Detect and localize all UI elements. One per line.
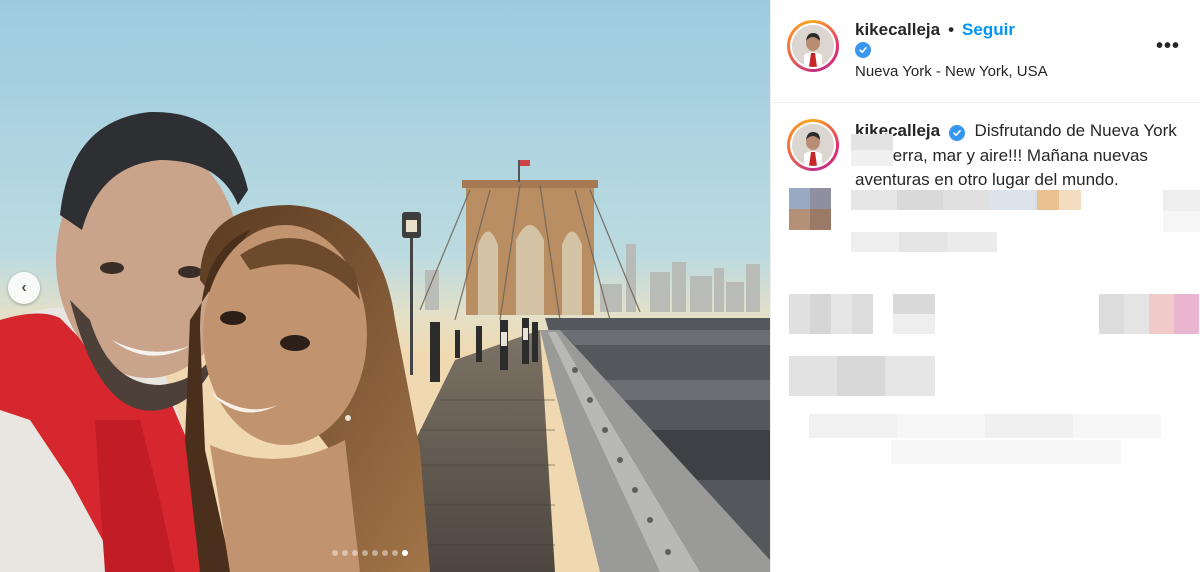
- post-side-panel: kikecalleja • Seguir Nueva York - New Yo…: [770, 0, 1200, 572]
- blurred-text: [891, 440, 1121, 464]
- post-caption: kikecalleja Disfrutando de Nueva York po…: [771, 103, 1200, 193]
- follow-button[interactable]: Seguir: [962, 20, 1015, 40]
- avatar[interactable]: [787, 20, 839, 72]
- separator-dot: •: [948, 20, 955, 39]
- location-link[interactable]: Nueva York - New York, USA: [855, 63, 1048, 80]
- blurred-text: [1037, 190, 1081, 210]
- carousel-dot: [342, 550, 348, 556]
- carousel-dot: [362, 550, 368, 556]
- blurred-icon: [1099, 294, 1199, 334]
- photo-scene: [0, 0, 770, 572]
- chevron-left-icon: ‹: [21, 279, 27, 296]
- blurred-avatar: [789, 294, 873, 334]
- carousel-dot: [392, 550, 398, 556]
- post-photo[interactable]: ‹: [0, 0, 770, 572]
- blurred-icon: [1163, 190, 1200, 232]
- blurred-text: [809, 414, 1161, 438]
- carousel-dot-active: [402, 550, 408, 556]
- blurred-text: [893, 294, 935, 314]
- carousel-dot: [382, 550, 388, 556]
- blurred-text: [851, 232, 997, 252]
- blurred-avatar: [789, 188, 831, 230]
- blurred-text: [789, 356, 935, 396]
- previous-photo-button[interactable]: ‹: [8, 272, 40, 304]
- carousel-dot: [372, 550, 378, 556]
- blurred-text: [893, 314, 935, 334]
- avatar-image: [792, 124, 834, 166]
- more-options-icon[interactable]: •••: [1156, 36, 1180, 56]
- carousel-dot: [332, 550, 338, 556]
- caption-avatar[interactable]: [787, 119, 839, 171]
- carousel-indicator: [332, 550, 408, 556]
- post-header: kikecalleja • Seguir Nueva York - New Yo…: [771, 0, 1200, 103]
- instagram-post: ‹ kikecalleja • Seguir Nueva York - New …: [0, 0, 1200, 572]
- username-link[interactable]: kikecalleja: [855, 20, 940, 40]
- verified-badge-icon: [948, 125, 965, 141]
- avatar-image: [792, 25, 834, 67]
- blurred-block: [851, 134, 893, 166]
- carousel-dot: [352, 550, 358, 556]
- verified-badge-icon: [855, 42, 871, 58]
